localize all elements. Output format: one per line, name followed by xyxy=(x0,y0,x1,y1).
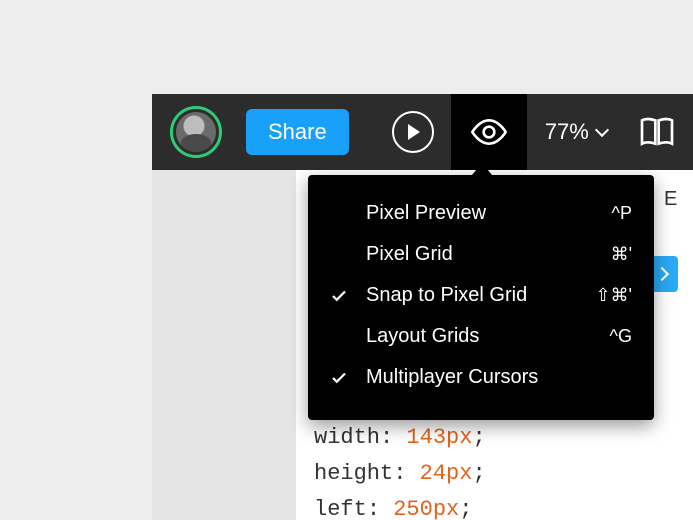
menu-item-label: Multiplayer Cursors xyxy=(366,366,584,389)
menu-item-snap-to-pixel-grid[interactable]: Snap to Pixel Grid ⇧⌘' xyxy=(308,275,654,316)
zoom-dropdown[interactable]: 77% xyxy=(527,119,625,145)
left-gutter xyxy=(152,170,296,520)
menu-item-label: Layout Grids xyxy=(366,325,584,348)
code-line: width: 143px; xyxy=(314,420,486,456)
menu-item-shortcut: ^P xyxy=(584,203,632,224)
play-icon xyxy=(392,111,434,153)
share-button[interactable]: Share xyxy=(246,109,349,155)
check-icon xyxy=(330,369,366,387)
chevron-down-icon xyxy=(595,123,609,137)
chevron-right-icon xyxy=(654,267,668,281)
menu-item-pixel-grid[interactable]: Pixel Grid ⌘' xyxy=(308,234,654,275)
code-line: left: 250px; xyxy=(314,492,486,520)
menu-item-layout-grids[interactable]: Layout Grids ^G xyxy=(308,316,654,357)
menu-item-pixel-preview[interactable]: Pixel Preview ^P xyxy=(308,193,654,234)
toolbar: Share 77% xyxy=(152,94,693,170)
menu-item-label: Pixel Preview xyxy=(366,202,584,225)
avatar[interactable] xyxy=(170,106,222,158)
view-options-menu: Pixel Preview ^P Pixel Grid ⌘' Snap to P… xyxy=(308,175,654,420)
eye-icon xyxy=(469,112,509,152)
menu-item-label: Snap to Pixel Grid xyxy=(366,284,584,307)
menu-item-label: Pixel Grid xyxy=(366,243,584,266)
library-button[interactable] xyxy=(625,94,689,170)
present-button[interactable] xyxy=(375,94,451,170)
menu-item-shortcut: ⌘' xyxy=(584,244,632,265)
menu-item-shortcut: ⇧⌘' xyxy=(584,285,632,306)
book-icon xyxy=(637,112,677,152)
menu-item-multiplayer-cursors[interactable]: Multiplayer Cursors xyxy=(308,357,654,398)
tab-label-fragment: E xyxy=(664,188,681,211)
check-icon xyxy=(330,287,366,305)
code-line: height: 24px; xyxy=(314,456,486,492)
menu-pointer xyxy=(472,163,492,175)
view-options-button[interactable] xyxy=(451,94,527,170)
avatar-image xyxy=(176,112,216,152)
menu-item-shortcut: ^G xyxy=(584,326,632,347)
code-view: width: 143px; height: 24px; left: 250px; xyxy=(314,420,486,520)
zoom-value: 77% xyxy=(545,119,589,145)
